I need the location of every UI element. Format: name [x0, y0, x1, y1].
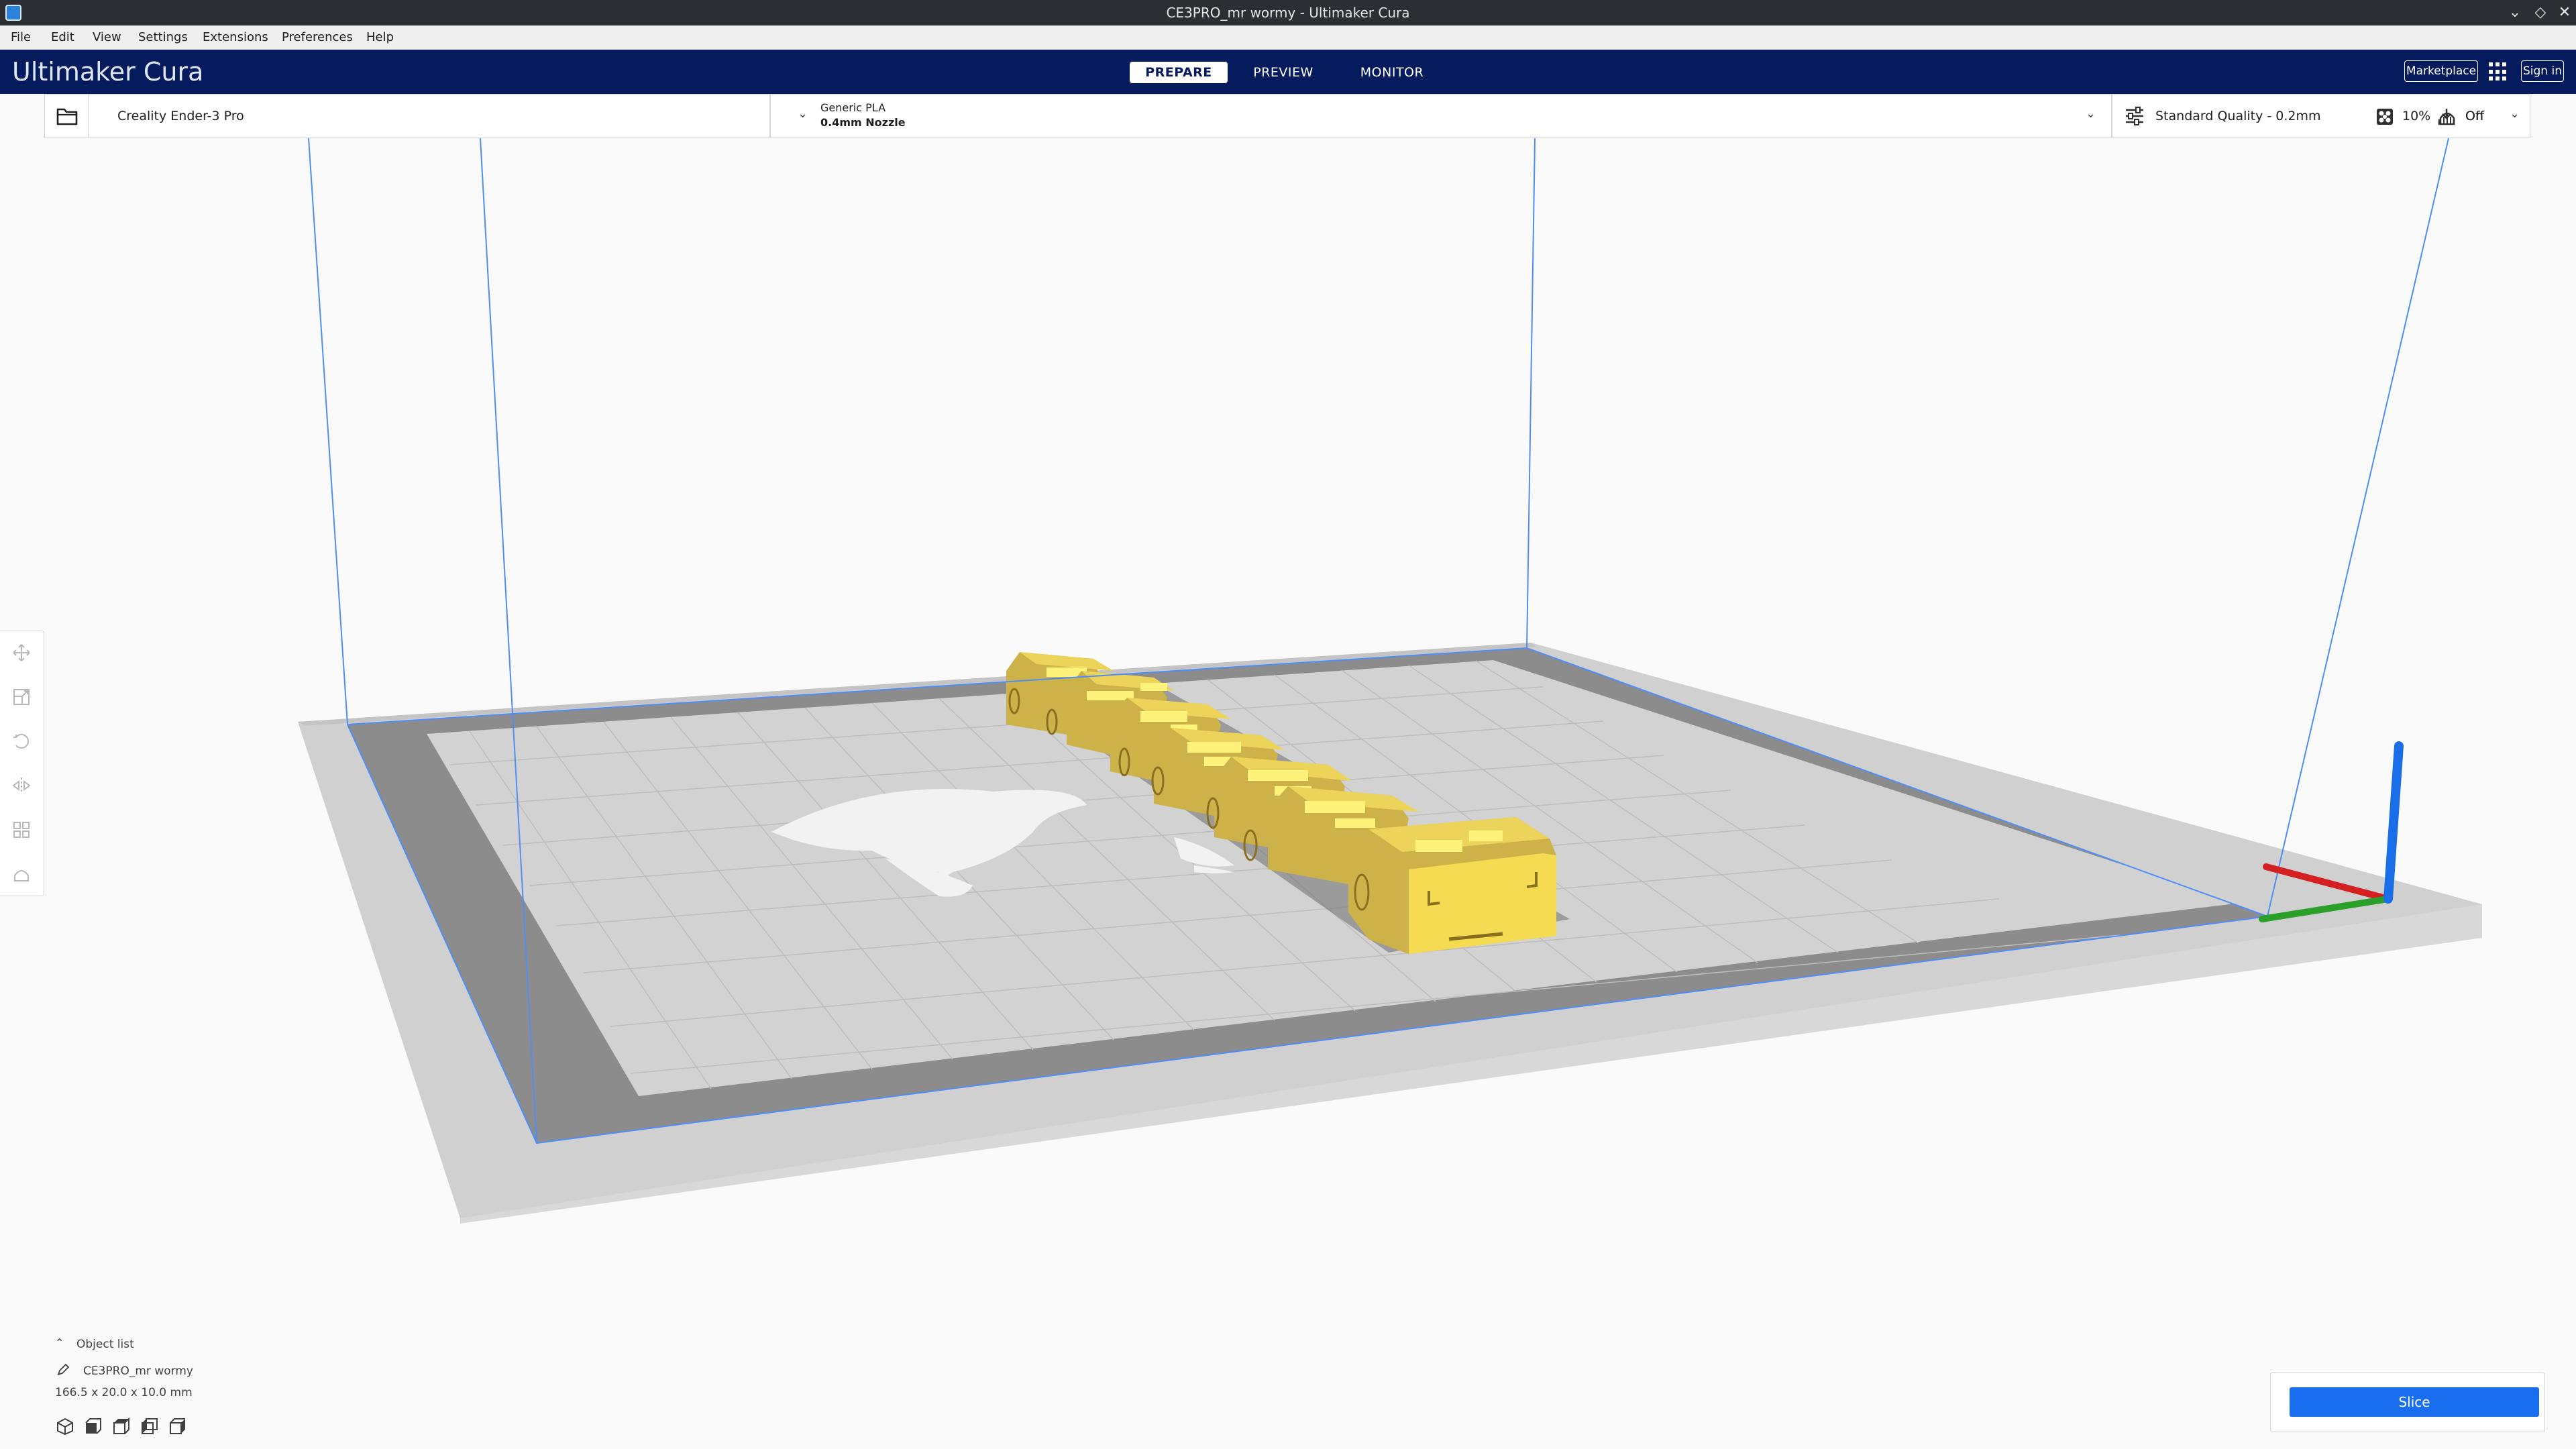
- menu-preferences[interactable]: Preferences: [282, 25, 353, 50]
- menu-bar: File Edit View Settings Extensions Prefe…: [0, 25, 2576, 50]
- tool-panel: [0, 631, 44, 896]
- worm-head: [1348, 817, 1556, 954]
- close-button[interactable]: ✕: [2555, 3, 2575, 23]
- infill-value: 10%: [2402, 109, 2431, 123]
- scale-tool-button[interactable]: [12, 688, 31, 706]
- quality-profile: Standard Quality - 0.2mm: [2155, 109, 2321, 123]
- printer-name: Creality Ender-3 Pro: [117, 109, 244, 123]
- front-view-icon[interactable]: [85, 1417, 102, 1435]
- marketplace-button[interactable]: Marketplace: [2404, 60, 2478, 82]
- move-tool-button[interactable]: [12, 643, 31, 662]
- menu-view[interactable]: View: [93, 25, 121, 50]
- settings-sliders-icon: [2126, 107, 2143, 125]
- action-panel: Slice: [2270, 1372, 2545, 1432]
- object-dimensions: 166.5 x 20.0 x 10.0 mm: [55, 1386, 193, 1399]
- support-blocker-button[interactable]: [12, 865, 31, 883]
- adhesion-selector[interactable]: Off ⌄: [2438, 95, 2530, 138]
- open-file-button[interactable]: [44, 94, 89, 138]
- material-name: Generic PLA: [820, 101, 886, 114]
- 3d-view-icon[interactable]: [56, 1417, 74, 1435]
- tab-preview[interactable]: PREVIEW: [1234, 62, 1332, 83]
- apps-grid-icon[interactable]: [2489, 62, 2508, 81]
- move-icon: [13, 644, 30, 661]
- left-view-icon[interactable]: [141, 1417, 158, 1435]
- rotate-icon: [13, 734, 29, 749]
- chevron-down-icon: ⌄: [2510, 107, 2520, 121]
- infill-icon: [2377, 109, 2393, 125]
- material-nozzle-selector[interactable]: Generic PLA 0.4mm Nozzle ⌄: [771, 95, 2159, 138]
- edit-pencil-icon[interactable]: [56, 1363, 70, 1377]
- app-header: Ultimaker Cura PREPARE PREVIEW MONITOR M…: [0, 50, 2576, 94]
- tab-prepare[interactable]: PREPARE: [1130, 62, 1228, 83]
- brand-logo: Ultimaker Cura: [12, 55, 203, 89]
- adhesion-icon: [2438, 109, 2455, 125]
- tab-monitor[interactable]: MONITOR: [1342, 62, 1442, 83]
- window-title: CE3PRO_mr wormy - Ultimaker Cura: [1166, 5, 1410, 21]
- top-view-icon[interactable]: [113, 1417, 130, 1435]
- menu-settings[interactable]: Settings: [138, 25, 188, 50]
- right-view-icon[interactable]: [169, 1417, 186, 1435]
- menu-help[interactable]: Help: [366, 25, 394, 50]
- scale-icon: [13, 689, 30, 705]
- chevron-down-icon: ⌄: [2086, 107, 2096, 121]
- window-titlebar: CE3PRO_mr wormy - Ultimaker Cura ⌄ ◇ ✕: [0, 0, 2576, 25]
- folder-icon: [56, 108, 78, 125]
- menu-file[interactable]: File: [11, 25, 31, 50]
- support-blocker-icon: [14, 870, 29, 881]
- brand-name-ultimaker: Ultimaker: [12, 57, 136, 87]
- object-list-header[interactable]: Object list: [76, 1338, 134, 1351]
- menu-extensions[interactable]: Extensions: [203, 25, 268, 50]
- nozzle-size: 0.4mm Nozzle: [820, 116, 906, 129]
- mirror-tool-button[interactable]: [12, 776, 31, 795]
- object-name[interactable]: CE3PRO_mr wormy: [83, 1364, 193, 1378]
- print-setup-toolbar: Creality Ender-3 Pro ⌄ Generic PLA 0.4mm…: [44, 94, 2530, 138]
- rotate-tool-button[interactable]: [12, 732, 31, 751]
- adhesion-value: Off: [2465, 109, 2485, 123]
- 3d-viewport[interactable]: [0, 138, 2576, 1449]
- slice-button[interactable]: Slice: [2290, 1387, 2539, 1417]
- mirror-icon: [12, 777, 31, 794]
- printer-selector[interactable]: Creality Ender-3 Pro ⌄: [100, 95, 814, 138]
- minimize-button[interactable]: ⌄: [2505, 3, 2525, 23]
- brand-name-cura: Cura: [135, 57, 204, 87]
- chevron-up-icon[interactable]: ⌃: [55, 1336, 64, 1349]
- per-model-settings-button[interactable]: [12, 820, 31, 839]
- per-model-settings-icon: [13, 822, 30, 838]
- sign-in-button[interactable]: Sign in: [2521, 60, 2564, 82]
- z-axis: [2383, 741, 2404, 904]
- menu-edit[interactable]: Edit: [51, 25, 74, 50]
- maximize-button[interactable]: ◇: [2530, 3, 2551, 23]
